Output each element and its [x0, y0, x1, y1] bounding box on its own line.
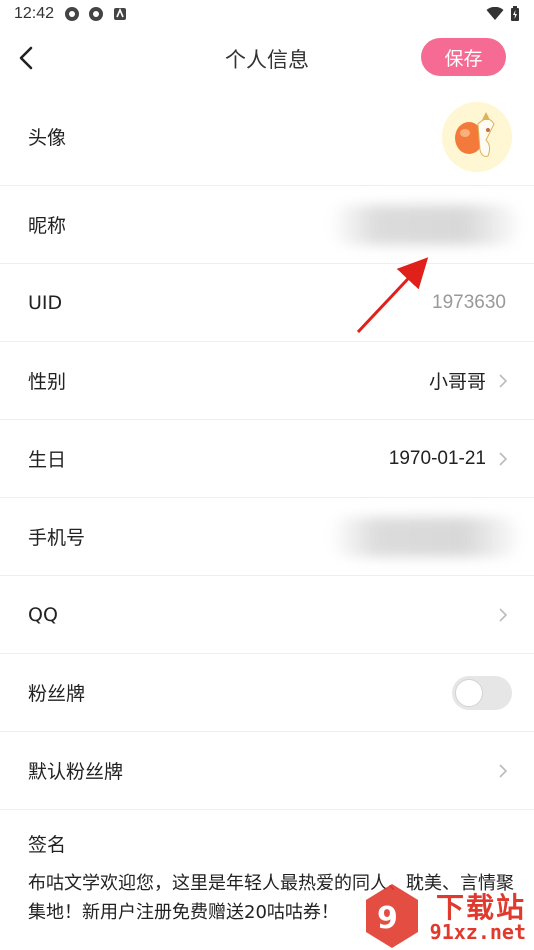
svg-text:9: 9 — [377, 901, 398, 936]
row-qq-label: QQ — [28, 603, 58, 626]
nickname-value-redacted — [330, 204, 520, 245]
avatar[interactable] — [442, 102, 512, 172]
status-time: 12:42 — [14, 5, 55, 22]
chevron-right-icon — [499, 373, 508, 388]
row-avatar[interactable]: 头像 — [0, 88, 534, 186]
phone-value-redacted — [330, 516, 520, 557]
birthday-value: 1970-01-21 — [388, 447, 486, 469]
avatar-image — [442, 102, 512, 172]
row-nickname-label: 昵称 — [28, 215, 67, 237]
row-fan-badge-label: 粉丝牌 — [28, 683, 86, 705]
row-default-badge[interactable]: 默认粉丝牌 — [0, 732, 534, 810]
row-default-badge-label: 默认粉丝牌 — [28, 761, 124, 783]
row-nickname[interactable]: 昵称 — [0, 186, 534, 264]
row-gender[interactable]: 性别 小哥哥 — [0, 342, 534, 420]
watermark: 9 下载站 91xz.net — [334, 880, 534, 950]
watermark-domain: 91xz.net — [429, 920, 526, 944]
toggle-knob — [455, 678, 483, 707]
app-notification-icon — [65, 7, 80, 21]
gender-value: 小哥哥 — [428, 371, 486, 393]
uid-value: 1973630 — [432, 291, 506, 313]
row-avatar-label: 头像 — [28, 127, 67, 149]
battery-icon — [511, 6, 519, 21]
row-phone-label: 手机号 — [28, 527, 86, 549]
watermark-logo-icon: 9 — [366, 884, 418, 948]
row-phone[interactable]: 手机号 — [0, 498, 534, 576]
row-uid: UID 1973630 — [0, 264, 534, 342]
chevron-right-icon — [499, 451, 508, 466]
row-uid-label: UID — [28, 291, 63, 314]
fan-badge-toggle[interactable] — [452, 675, 512, 710]
save-button[interactable]: 保存 — [421, 38, 506, 76]
signature-label: 签名 — [28, 834, 67, 856]
row-fan-badge: 粉丝牌 — [0, 654, 534, 732]
android-notification-icon — [114, 7, 127, 20]
annotation-arrow-icon — [356, 257, 429, 334]
row-qq[interactable]: QQ — [0, 576, 534, 654]
chevron-right-icon — [499, 607, 508, 622]
row-birthday-label: 生日 — [28, 449, 67, 471]
row-gender-label: 性别 — [28, 371, 67, 393]
chevron-right-icon — [499, 763, 508, 778]
wifi-icon — [486, 7, 504, 20]
row-birthday[interactable]: 生日 1970-01-21 — [0, 420, 534, 498]
nav-bar: 个人信息 保存 — [0, 28, 534, 88]
status-bar: 12:42 — [0, 0, 534, 28]
profile-list: 头像 昵称 UID 1973630 性别 小哥哥 生日 1970-01-21 手 — [0, 88, 534, 927]
app-notification-icon-2 — [89, 7, 104, 21]
